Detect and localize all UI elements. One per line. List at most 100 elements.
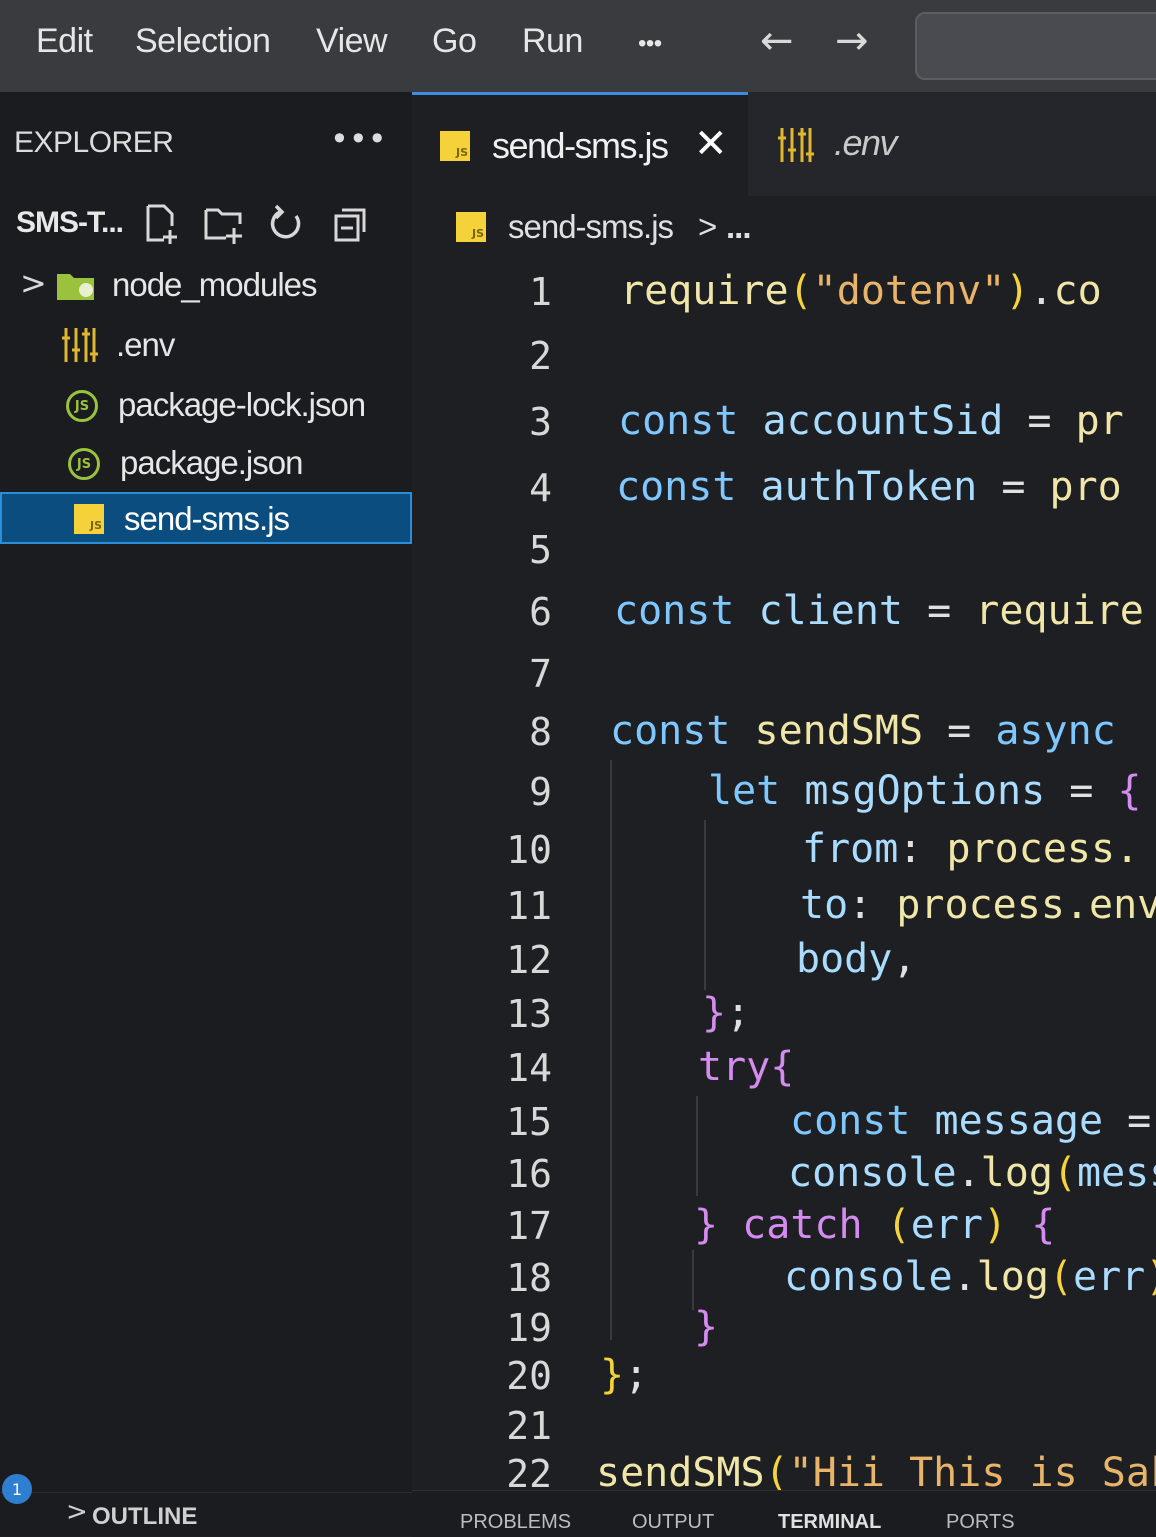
code-token: accountSid [762,398,1004,444]
code-token: const [616,464,761,510]
code-token: const [618,398,763,444]
menu-view[interactable]: View [316,22,388,61]
code-token: } [702,990,727,1036]
line-number: 2 [529,334,552,378]
code-line: from: process. [802,826,1139,872]
line-number: 5 [529,528,552,572]
tab-problems[interactable]: PROBLEMS [460,1511,571,1534]
code-token: pro [1049,464,1122,510]
line-number: 8 [529,710,552,754]
code-token: async [995,708,1116,754]
code-token: console [784,1254,953,1300]
explorer-more-button[interactable]: ••• [330,120,387,158]
code-token: "dotenv" [812,268,1006,314]
line-number: 21 [506,1404,552,1448]
line-number: 16 [506,1152,552,1196]
code-token: = [1003,398,1076,444]
close-icon[interactable]: ✕ [694,121,728,167]
tree-item-node-modules[interactable]: > node_modules [0,260,412,312]
code-token: err [1073,1254,1146,1300]
code-token: : [898,826,947,872]
code-token: pr [1075,398,1124,444]
explorer-title: EXPLORER [14,126,174,159]
outline-section[interactable]: > OUTLINE [0,1492,412,1537]
env-icon [776,126,816,168]
code-token: body [796,936,893,982]
line-number: 10 [506,828,552,872]
tree-item-package-json[interactable]: JS package.json [0,438,412,490]
tab-terminal[interactable]: TERMINAL [778,1511,881,1534]
code-token: ; [624,1352,649,1398]
code-token: } [600,1352,625,1398]
code-token: ( [764,1450,789,1490]
code-token: let [708,768,805,814]
menu-more-button[interactable]: ••• [638,30,662,58]
code-token: { [1007,1202,1056,1248]
code-token: authToken [760,464,978,510]
tree-item-send-sms-js[interactable]: JS send-sms.js [0,492,412,544]
breadcrumb-file[interactable]: send-sms.js [508,208,674,246]
code-token: const [614,588,759,634]
code-token: err [910,1202,984,1248]
code-token: mess [1077,1150,1156,1196]
refresh-icon[interactable] [266,202,306,246]
code-token: ( [1048,1254,1074,1300]
tab-send-sms-js[interactable]: JS send-sms.js ✕ [412,92,748,196]
code-token: ; [726,990,751,1036]
line-number: 1 [529,270,552,314]
tab-ports[interactable]: PORTS [946,1511,1015,1534]
back-arrow-icon[interactable]: ← [760,18,794,64]
notification-badge: 1 [2,1474,32,1504]
code-token: const [610,708,755,754]
collapse-all-icon[interactable] [330,202,370,246]
tree-item-env[interactable]: .env [0,320,412,372]
menu-go[interactable]: Go [432,22,477,61]
code-editor[interactable]: 1 2 3 4 5 6 7 8 9 10 11 12 13 14 15 16 17 18 19 20 21 22 requi… [412,260,1156,1490]
code-token: } [694,1202,719,1248]
panel-tab-bar: PROBLEMS OUTPUT TERMINAL PORTS [412,1490,1156,1537]
code-token: try [698,1044,771,1090]
line-number: 7 [529,652,552,696]
line-number: 4 [529,466,552,510]
tab-env[interactable]: .env [748,92,1078,196]
menu-run[interactable]: Run [522,22,583,61]
line-number: 6 [529,590,552,634]
code-token: = [1045,768,1118,814]
breadcrumb-symbol[interactable]: ... [726,208,751,246]
line-number: 13 [506,992,552,1036]
code-token: } [694,1304,719,1350]
env-icon [60,326,100,368]
code-token: to [800,882,849,928]
new-folder-icon[interactable] [202,202,242,246]
menu-edit[interactable]: Edit [36,22,93,61]
line-number: 14 [506,1046,552,1090]
code-token: message [934,1098,1104,1144]
tree-item-label: package-lock.json [118,386,366,423]
code-token: log [976,1254,1049,1300]
workspace-folder-header[interactable]: SMS-T... [0,202,412,248]
code-token: from [802,826,899,872]
code-line: } [694,1304,718,1350]
command-center-search[interactable] [915,12,1156,80]
new-file-icon[interactable] [142,202,182,246]
nodejs-icon: JS [66,390,98,422]
code-token: log [980,1150,1053,1196]
js-file-icon: JS [440,131,470,161]
code-token: ( [886,1202,911,1248]
tree-item-label: node_modules [112,266,317,303]
tab-output[interactable]: OUTPUT [632,1511,714,1534]
code-token: = [977,464,1050,510]
code-token: client [758,588,904,634]
code-line: require("dotenv").co [620,268,1102,314]
forward-arrow-icon[interactable]: → [835,18,869,64]
tree-item-package-lock-json[interactable]: JS package-lock.json [0,380,412,432]
code-line: const sendSMS = async [610,708,1116,754]
line-number: 17 [506,1204,552,1248]
menu-selection[interactable]: Selection [135,22,271,61]
code-token: { [1117,768,1142,814]
code-token: . [1029,268,1054,314]
code-token: ( [1052,1150,1078,1196]
code-token: catch [718,1202,887,1248]
line-number: 19 [506,1306,552,1350]
code-line: to: process.env [800,882,1156,928]
